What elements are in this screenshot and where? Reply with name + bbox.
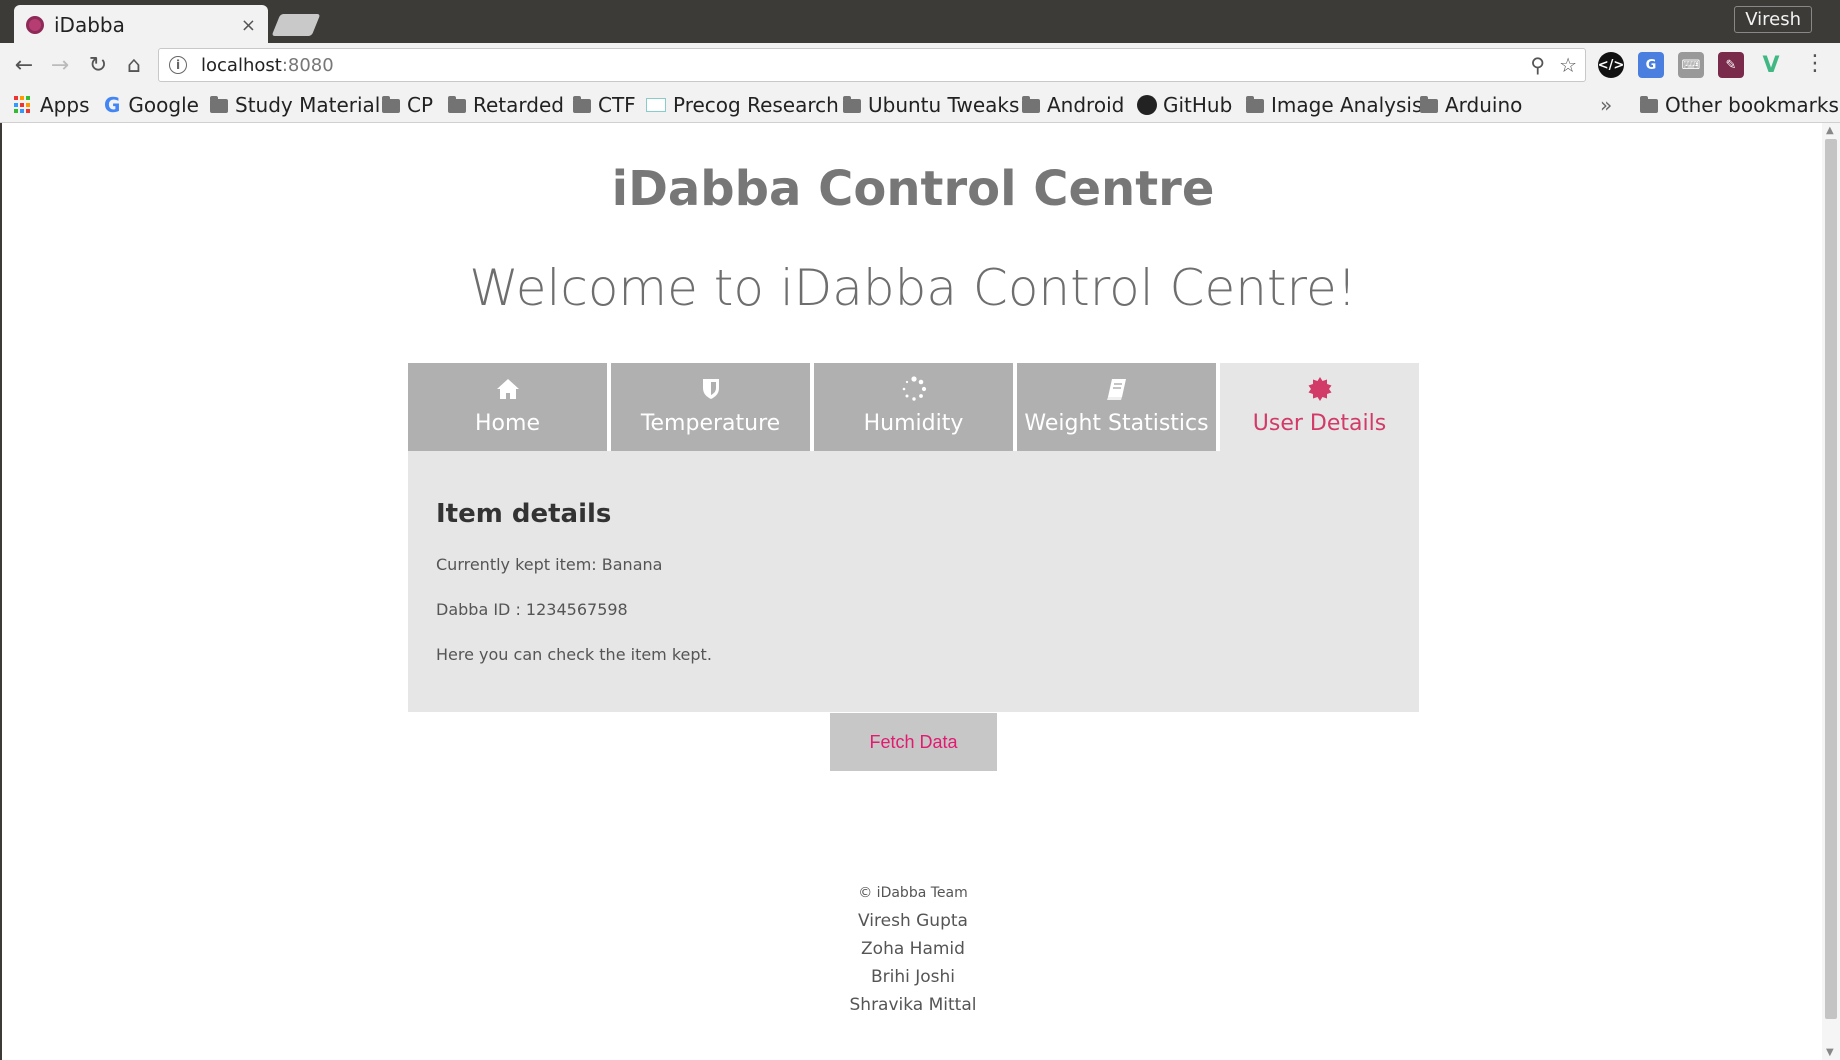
bookmark-ubuntu-tweaks[interactable]: Ubuntu Tweaks — [843, 87, 1019, 123]
dabba-id-text: Dabba ID : 1234567598 — [436, 600, 628, 619]
vertical-scrollbar[interactable]: ▲ ▼ — [1822, 123, 1840, 1060]
bookmark-other[interactable]: Other bookmarks — [1640, 87, 1839, 123]
forward-icon[interactable]: → — [46, 51, 74, 79]
url-port: :8080 — [281, 54, 334, 76]
folder-icon — [210, 96, 228, 113]
folder-icon — [1420, 96, 1438, 113]
folder-icon — [1022, 96, 1040, 113]
browser-titlebar: iDabba × Viresh — [0, 0, 1840, 45]
page-viewport: iDabba Control Centre Welcome to iDabba … — [0, 123, 1822, 1060]
folder-icon — [573, 96, 591, 113]
badge-icon — [1307, 375, 1333, 403]
home-button-icon[interactable]: ⌂ — [120, 51, 148, 79]
welcome-heading: Welcome to iDabba Control Centre! — [469, 259, 1357, 317]
address-bar[interactable]: i localhost:8080 ⚲ ☆ — [158, 48, 1586, 82]
bookmark-arduino[interactable]: Arduino — [1420, 87, 1522, 123]
tab-bar: Home Temperature Humidity Weight Statist… — [408, 363, 1419, 451]
scroll-thumb[interactable] — [1825, 139, 1837, 1019]
close-tab-icon[interactable]: × — [241, 15, 256, 36]
scroll-down-icon[interactable]: ▼ — [1826, 1047, 1834, 1058]
team-member: Brihi Joshi — [870, 967, 956, 987]
tab-title: iDabba — [54, 13, 125, 37]
github-icon — [1137, 95, 1157, 115]
folder-icon — [448, 96, 466, 113]
shield-icon — [701, 375, 721, 403]
team-member: Viresh Gupta — [858, 911, 968, 931]
translate-extension-icon[interactable]: G — [1638, 52, 1664, 78]
bookmark-retarded[interactable]: Retarded — [448, 87, 564, 123]
menu-icon[interactable]: ⋮ — [1804, 51, 1826, 76]
copyright-text: © iDabba Team — [858, 885, 968, 901]
bookmark-star-icon[interactable]: ☆ — [1559, 53, 1577, 77]
page-title: iDabba Control Centre — [611, 161, 1215, 217]
spinner-icon — [901, 375, 927, 403]
bookmark-google[interactable]: G Google — [104, 87, 199, 123]
book-icon — [1105, 375, 1129, 403]
back-icon[interactable]: ← — [10, 51, 38, 79]
bookmark-cp[interactable]: CP — [382, 87, 433, 123]
bookmark-github[interactable]: GitHub — [1137, 87, 1232, 123]
footer: © iDabba Team Viresh Gupta Zoha Hamid Br… — [2, 885, 1824, 1023]
tab-weight-statistics[interactable]: Weight Statistics — [1017, 363, 1216, 451]
vue-extension-icon[interactable]: V — [1758, 52, 1784, 78]
info-icon[interactable]: i — [169, 56, 187, 74]
folder-icon — [382, 96, 400, 113]
folder-icon — [1640, 96, 1658, 113]
browser-tab[interactable]: iDabba × — [14, 5, 268, 45]
new-tab-button[interactable] — [271, 14, 321, 36]
tab-temperature[interactable]: Temperature — [611, 363, 810, 451]
bookmark-ctf[interactable]: CTF — [573, 87, 636, 123]
current-item-text: Currently kept item: Banana — [436, 555, 663, 574]
folder-icon — [1246, 96, 1264, 113]
bookmarks-bar: Apps G Google Study Material CP Retarded… — [0, 87, 1840, 123]
team-member: Zoha Hamid — [861, 939, 965, 959]
reload-icon[interactable]: ↻ — [84, 51, 112, 79]
precog-icon — [646, 98, 666, 112]
home-icon — [495, 375, 521, 403]
bookmark-precog[interactable]: Precog Research — [646, 87, 839, 123]
scroll-up-icon[interactable]: ▲ — [1826, 125, 1834, 136]
bookmark-android[interactable]: Android — [1022, 87, 1124, 123]
browser-toolbar: ← → ↻ ⌂ i localhost:8080 ⚲ ☆ </> G ⌨ ✎ V… — [0, 43, 1840, 87]
keyboard-extension-icon[interactable]: ⌨ — [1678, 52, 1704, 78]
code-extension-icon[interactable]: </> — [1598, 52, 1624, 78]
folder-icon — [843, 96, 861, 113]
item-details-panel: Item details Currently kept item: Banana… — [408, 451, 1419, 712]
tab-humidity[interactable]: Humidity — [814, 363, 1013, 451]
panel-heading: Item details — [436, 499, 612, 529]
tab-user-details[interactable]: User Details — [1220, 363, 1419, 451]
apps-icon — [14, 96, 32, 114]
tab-home[interactable]: Home — [408, 363, 607, 451]
bookmarks-overflow-button[interactable]: » — [1600, 87, 1612, 123]
panel-description: Here you can check the item kept. — [436, 645, 712, 664]
team-member: Shravika Mittal — [849, 995, 977, 1015]
zoom-icon[interactable]: ⚲ — [1530, 53, 1545, 77]
bookmark-study-material[interactable]: Study Material — [210, 87, 380, 123]
google-icon: G — [104, 93, 121, 117]
bookmark-apps[interactable]: Apps — [14, 87, 90, 123]
fetch-data-button[interactable]: Fetch Data — [830, 713, 997, 771]
url-host: localhost — [201, 54, 282, 76]
profile-button[interactable]: Viresh — [1734, 6, 1812, 33]
image-extension-icon[interactable]: ✎ — [1718, 52, 1744, 78]
favicon-icon — [26, 16, 44, 34]
bookmark-image-analysis[interactable]: Image Analysis — [1246, 87, 1422, 123]
